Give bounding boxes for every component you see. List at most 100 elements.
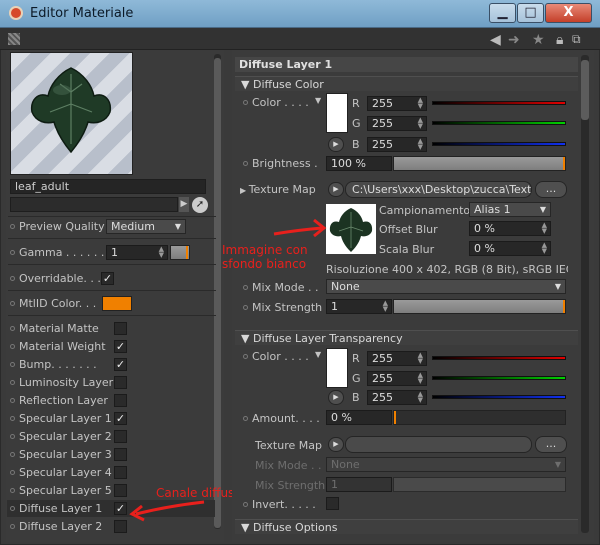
transparency-b-input[interactable]: 255 ▲ ▼ xyxy=(367,390,427,405)
spinner-icon[interactable]: ▲ ▼ xyxy=(159,246,164,259)
new-window-icon[interactable]: ⧉ xyxy=(572,32,581,47)
minimize-button[interactable]: ▁ xyxy=(489,3,516,23)
panel-grip-icon[interactable] xyxy=(8,33,20,45)
keyframe-dot-icon[interactable] xyxy=(10,524,15,529)
keyframe-dot-icon[interactable] xyxy=(243,305,248,310)
browse-transparency-texture-button[interactable]: ... xyxy=(535,436,567,453)
material-name-field[interactable]: leaf_adult xyxy=(10,179,206,194)
texture-options-button[interactable]: ▶ xyxy=(328,182,344,197)
keyframe-dot-icon[interactable] xyxy=(243,161,248,166)
channel-checkbox[interactable]: ✓ xyxy=(114,358,127,371)
overridable-checkbox[interactable]: ✓ xyxy=(101,272,114,285)
offset-blur-input[interactable]: 0 % ▲ ▼ xyxy=(469,221,551,236)
invert-checkbox[interactable] xyxy=(326,497,339,510)
keyframe-dot-icon[interactable] xyxy=(10,398,15,403)
diffuse-mix-strength-slider[interactable] xyxy=(393,299,566,314)
channel-row[interactable]: Bump. . . . . . . ✓ xyxy=(7,356,215,373)
diffuse-mix-strength-input[interactable]: 1 ▲ ▼ xyxy=(326,299,392,314)
expand-arrow-icon[interactable]: ▶ xyxy=(179,197,189,212)
spinner-icon[interactable]: ▲ ▼ xyxy=(418,391,423,404)
transparency-r-input[interactable]: 255 ▲ ▼ xyxy=(367,351,427,366)
channel-checkbox[interactable] xyxy=(114,430,127,443)
spinner-icon[interactable]: ▲ ▼ xyxy=(542,242,547,255)
channel-row[interactable]: Material Matte xyxy=(7,320,215,337)
channel-row[interactable]: Reflection Layer xyxy=(7,392,215,409)
dropdown-arrow-icon[interactable]: ▼ xyxy=(315,347,321,362)
channel-row[interactable]: Luminosity Layer xyxy=(7,374,215,391)
transparency-g-slider[interactable] xyxy=(432,376,566,380)
lock-icon[interactable]: 🔒︎ xyxy=(556,32,563,48)
color-options-button[interactable]: ▶ xyxy=(328,137,344,152)
keyframe-dot-icon[interactable] xyxy=(10,224,15,229)
diffuse-b-input[interactable]: 255 ▲ ▼ xyxy=(367,137,427,152)
keyframe-dot-icon[interactable] xyxy=(10,250,15,255)
channel-row[interactable]: Material Weight ✓ xyxy=(7,338,215,355)
amount-input[interactable]: 0 % xyxy=(326,410,392,425)
mtlid-color-swatch[interactable] xyxy=(102,296,132,311)
preview-quality-select[interactable]: Medium ▼ xyxy=(106,219,186,234)
star-icon[interactable]: ★ xyxy=(532,32,545,48)
texture-path-field[interactable]: C:\Users\xxx\Desktop\zucca\Textur xyxy=(345,181,532,198)
spinner-icon[interactable]: ▲ ▼ xyxy=(418,138,423,151)
channel-row[interactable]: Specular Layer 2 xyxy=(7,428,215,445)
right-scrollbar-thumb[interactable] xyxy=(581,60,589,120)
transparency-g-input[interactable]: 255 ▲ ▼ xyxy=(367,371,427,386)
keyframe-dot-icon[interactable] xyxy=(10,326,15,331)
channel-checkbox[interactable] xyxy=(114,448,127,461)
keyframe-dot-icon[interactable] xyxy=(243,502,248,507)
spinner-icon[interactable]: ▲ ▼ xyxy=(418,97,423,110)
scala-blur-input[interactable]: 0 % ▲ ▼ xyxy=(469,241,551,256)
diffuse-r-slider[interactable] xyxy=(432,101,566,105)
brightness-slider[interactable] xyxy=(393,156,566,171)
keyframe-dot-icon[interactable] xyxy=(10,276,15,281)
keyframe-dot-icon[interactable] xyxy=(10,452,15,457)
spinner-icon[interactable]: ▲ ▼ xyxy=(542,222,547,235)
channel-checkbox[interactable]: ✓ xyxy=(114,502,127,515)
channel-row[interactable]: Specular Layer 1 ✓ xyxy=(7,410,215,427)
keyframe-dot-icon[interactable] xyxy=(10,470,15,475)
pick-cursor-icon[interactable]: ➚ xyxy=(192,197,208,213)
spinner-icon[interactable]: ▲ ▼ xyxy=(418,117,423,130)
channel-checkbox[interactable] xyxy=(114,394,127,407)
keyframe-dot-icon[interactable] xyxy=(10,380,15,385)
diffuse-color-swatch[interactable] xyxy=(326,93,348,133)
spinner-icon[interactable]: ▲ ▼ xyxy=(418,352,423,365)
keyframe-dot-icon[interactable] xyxy=(243,285,248,290)
diffuse-g-slider[interactable] xyxy=(432,121,566,125)
transparency-section-header[interactable]: ▼ Diffuse Layer Transparency xyxy=(235,330,578,345)
spinner-icon[interactable]: ▲ ▼ xyxy=(383,300,388,313)
keyframe-dot-icon[interactable] xyxy=(243,416,248,421)
back-arrow-icon[interactable]: ◀ xyxy=(490,32,501,48)
texture-thumbnail[interactable] xyxy=(326,204,376,254)
channel-checkbox[interactable] xyxy=(114,484,127,497)
keyframe-dot-icon[interactable] xyxy=(10,506,15,511)
transparency-texture-options-button[interactable]: ▶ xyxy=(328,437,344,452)
gamma-input[interactable]: 1 ▲ ▼ xyxy=(106,245,168,260)
diffuse-options-section-header[interactable]: ▼ Diffuse Options xyxy=(235,519,578,534)
keyframe-dot-icon[interactable] xyxy=(243,354,248,359)
transparency-color-options-button[interactable]: ▶ xyxy=(328,390,344,405)
keyframe-dot-icon[interactable] xyxy=(10,416,15,421)
browse-texture-button[interactable]: ... xyxy=(535,181,567,198)
keyframe-dot-icon[interactable] xyxy=(243,100,248,105)
channel-checkbox[interactable] xyxy=(114,520,127,533)
keyframe-dot-icon[interactable] xyxy=(10,488,15,493)
dropdown-arrow-icon[interactable]: ▼ xyxy=(315,93,321,108)
close-button[interactable]: X xyxy=(545,3,592,23)
forward-arrow-icon[interactable]: ➜ xyxy=(508,32,520,48)
expand-triangle-icon[interactable]: ▶ xyxy=(240,186,249,195)
transparency-r-slider[interactable] xyxy=(432,356,566,360)
diffuse-mix-mode-select[interactable]: None ▼ xyxy=(326,279,566,294)
right-scrollbar[interactable] xyxy=(581,55,589,533)
channel-row[interactable]: Specular Layer 3 xyxy=(7,446,215,463)
keyframe-dot-icon[interactable] xyxy=(10,344,15,349)
channel-checkbox[interactable]: ✓ xyxy=(114,412,127,425)
transparency-color-swatch[interactable] xyxy=(326,348,348,388)
diffuse-r-input[interactable]: 255 ▲ ▼ xyxy=(367,96,427,111)
diffuse-g-input[interactable]: 255 ▲ ▼ xyxy=(367,116,427,131)
keyframe-dot-icon[interactable] xyxy=(10,362,15,367)
channel-checkbox[interactable] xyxy=(114,376,127,389)
channel-checkbox[interactable]: ✓ xyxy=(114,340,127,353)
transparency-texture-path-field[interactable] xyxy=(345,436,532,453)
keyframe-dot-icon[interactable] xyxy=(10,434,15,439)
